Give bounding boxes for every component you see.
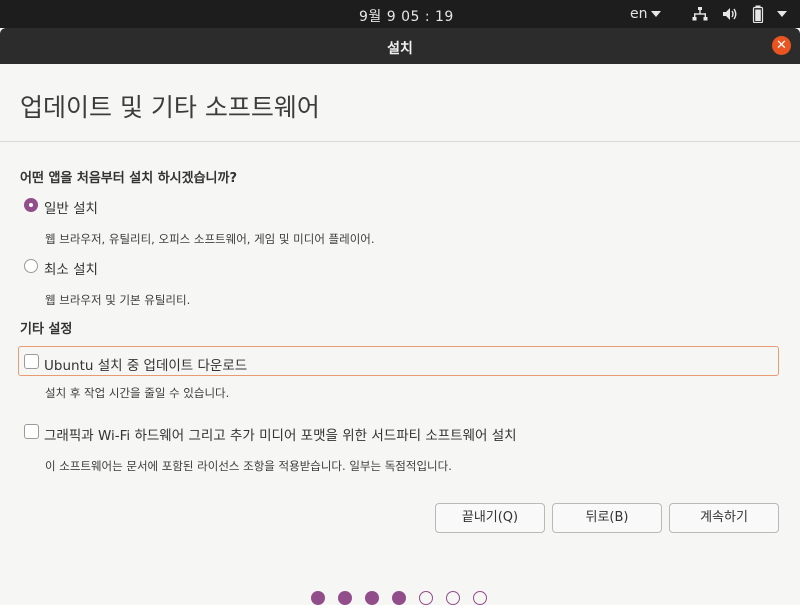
download-updates-description: 설치 후 작업 시간을 줄일 수 있습니다. xyxy=(45,386,230,400)
third-party-software-label[interactable]: 그래픽과 Wi-Fi 하드웨어 그리고 추가 미디어 포맷을 위한 서드파티 소… xyxy=(44,424,517,444)
progress-dot xyxy=(473,591,487,605)
network-icon[interactable] xyxy=(692,6,708,22)
language-indicator[interactable]: en xyxy=(630,6,648,22)
download-updates-label[interactable]: Ubuntu 설치 중 업데이트 다운로드 xyxy=(44,354,247,374)
other-settings-title: 기타 설정 xyxy=(20,322,73,337)
continue-button[interactable]: 계속하기 xyxy=(669,503,779,533)
download-updates-checkbox[interactable] xyxy=(24,354,39,369)
window-title: 설치 xyxy=(387,41,413,57)
progress-dot xyxy=(311,591,325,605)
third-party-software-checkbox[interactable] xyxy=(24,424,39,439)
normal-install-description: 웹 브라우저, 유틸리티, 오피스 소프트웨어, 게임 및 미디어 플레이어. xyxy=(45,232,375,246)
progress-dot xyxy=(338,591,352,605)
third-party-software-description: 이 소프트웨어는 문서에 포함된 라이선스 조항을 적용받습니다. 일부는 독점… xyxy=(45,459,452,473)
progress-dot xyxy=(419,591,433,605)
close-icon[interactable]: ✕ xyxy=(772,36,791,55)
progress-dot xyxy=(392,591,406,605)
clock[interactable]: 9월 9 05 : 19 xyxy=(359,6,454,26)
minimal-install-description: 웹 브라우저 및 기본 유틸리티. xyxy=(45,293,191,307)
battery-icon[interactable] xyxy=(750,5,766,23)
minimal-install-radio[interactable] xyxy=(24,259,38,273)
system-menu-dropdown-icon[interactable] xyxy=(777,11,787,17)
page-title: 업데이트 및 기타 소프트웨어 xyxy=(20,93,320,122)
normal-install-radio[interactable] xyxy=(24,198,38,212)
top-bar: 9월 9 05 : 19 en xyxy=(0,0,800,28)
install-type-question: 어떤 앱을 처음부터 설치 하시겠습니까? xyxy=(20,171,238,186)
window-titlebar: 설치 ✕ xyxy=(0,28,800,64)
normal-install-label[interactable]: 일반 설치 xyxy=(44,197,98,217)
quit-button[interactable]: 끝내기(Q) xyxy=(435,503,545,533)
language-dropdown-icon[interactable] xyxy=(651,11,661,17)
page-header: 업데이트 및 기타 소프트웨어 xyxy=(0,64,800,142)
progress-dot xyxy=(365,591,379,605)
back-button[interactable]: 뒤로(B) xyxy=(552,503,662,533)
progress-dot xyxy=(446,591,460,605)
minimal-install-label[interactable]: 최소 설치 xyxy=(44,258,98,278)
volume-icon[interactable] xyxy=(722,6,738,22)
